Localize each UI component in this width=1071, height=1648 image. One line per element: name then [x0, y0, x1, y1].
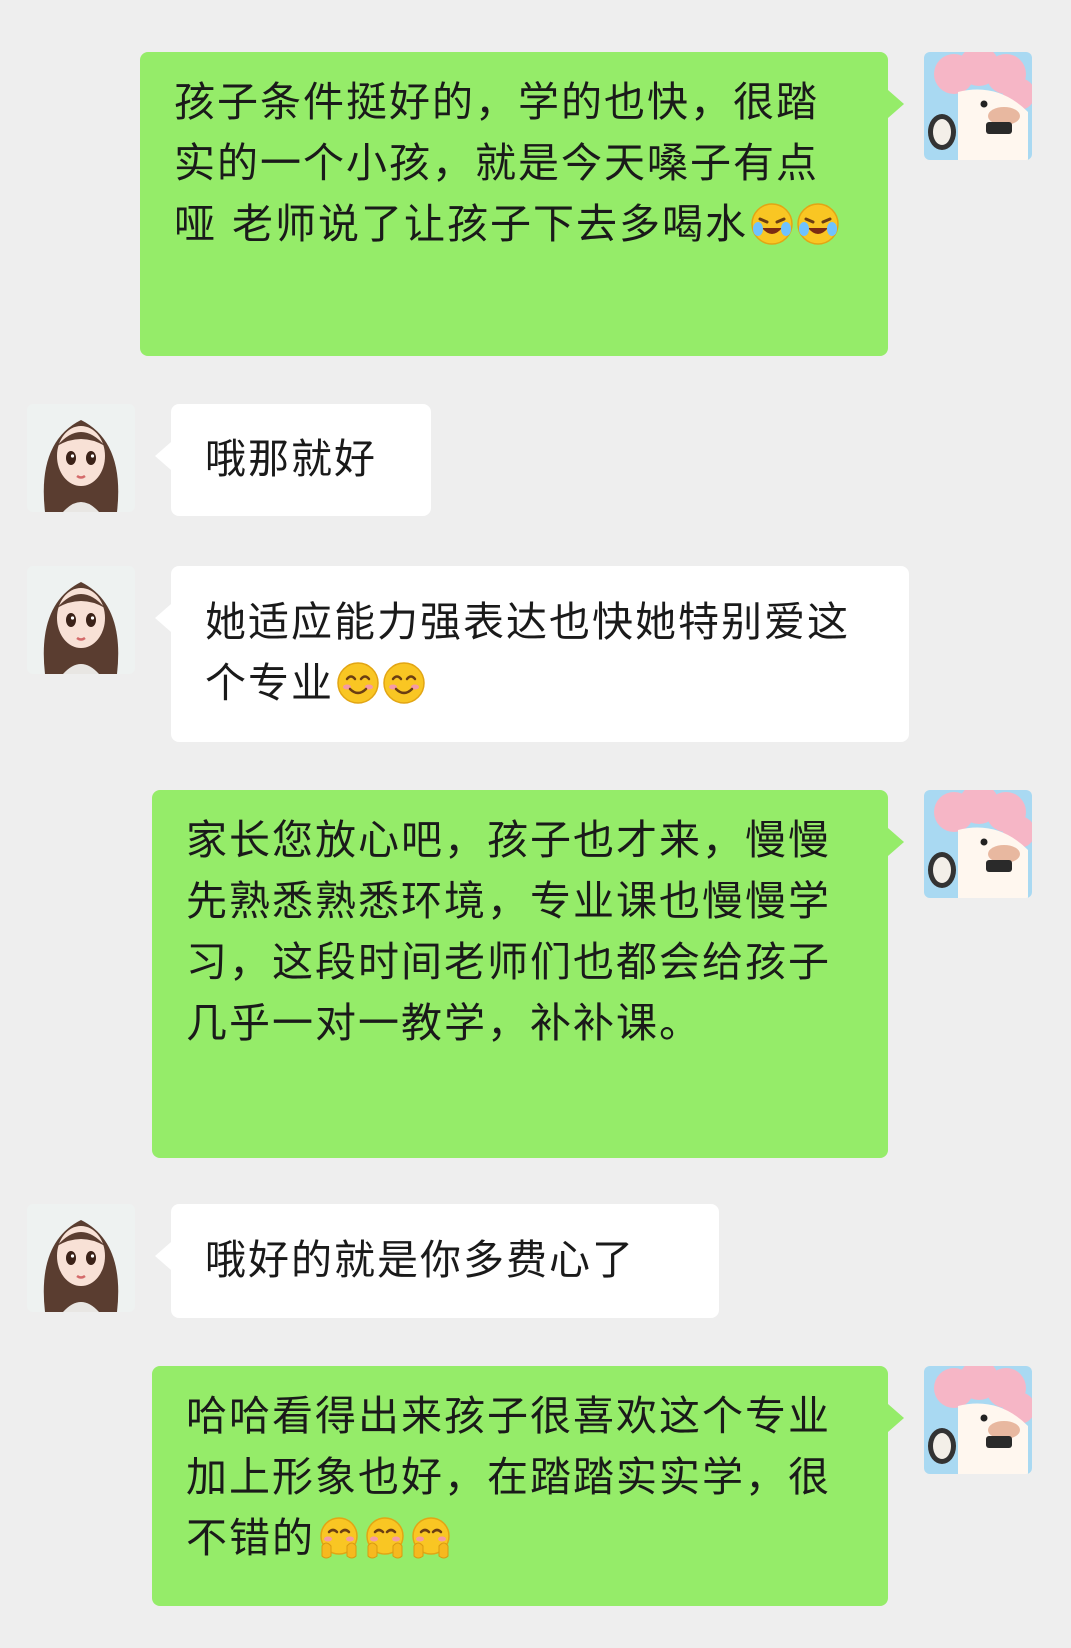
bubble-tail: [155, 1242, 171, 1270]
avatar-sender[interactable]: [924, 790, 1032, 898]
message-text: 家长您放心吧，孩子也才来，慢慢先熟悉熟悉环境，专业课也慢慢学习，这段时间老师们也…: [186, 816, 831, 1047]
shy-hug-emoji: [412, 1517, 450, 1559]
crying-laughing-emoji: [797, 203, 839, 245]
anime-girl-avatar: [27, 1204, 135, 1312]
avatar-receiver[interactable]: [27, 404, 135, 512]
message-text: 哦好的就是你多费心了: [205, 1236, 635, 1284]
bubble-tail: [888, 90, 904, 118]
smiling-emoji: [337, 662, 379, 704]
cartoon-sheep-avatar: [924, 1366, 1032, 1474]
smiling-emoji: [383, 662, 425, 704]
bubble-tail: [155, 442, 171, 470]
bubble-tail: [888, 828, 904, 856]
bubble-tail: [888, 1404, 904, 1432]
message-bubble-sent[interactable]: 家长您放心吧，孩子也才来，慢慢先熟悉熟悉环境，专业课也慢慢学习，这段时间老师们也…: [152, 790, 904, 1158]
message-text: 她适应能力强表达也快她特别爱这个专业: [205, 598, 850, 707]
avatar-receiver[interactable]: [27, 566, 135, 674]
chat-window: 孩子条件挺好的，学的也快，很踏实的一个小孩，就是今天嗓子有点哑 老师说了让孩子下…: [0, 0, 1071, 1648]
avatar-sender[interactable]: [924, 1366, 1032, 1474]
shy-hug-emoji: [320, 1517, 358, 1559]
crying-laughing-emoji: [751, 203, 793, 245]
message-bubble-received[interactable]: 哦好的就是你多费心了: [155, 1204, 719, 1318]
message-bubble-sent[interactable]: 哈哈看得出来孩子很喜欢这个专业 加上形象也好，在踏踏实实学，很不错的: [152, 1366, 904, 1606]
message-text: 哦那就好: [205, 435, 377, 483]
cartoon-sheep-avatar: [924, 52, 1032, 160]
anime-girl-avatar: [27, 566, 135, 674]
avatar-receiver[interactable]: [27, 1204, 135, 1312]
bubble-tail: [155, 604, 171, 632]
message-bubble-sent[interactable]: 孩子条件挺好的，学的也快，很踏实的一个小孩，就是今天嗓子有点哑 老师说了让孩子下…: [140, 52, 904, 356]
cartoon-sheep-avatar: [924, 790, 1032, 898]
message-bubble-received[interactable]: 她适应能力强表达也快她特别爱这个专业: [155, 566, 909, 742]
avatar-sender[interactable]: [924, 52, 1032, 160]
message-bubble-received[interactable]: 哦那就好: [155, 404, 431, 516]
message-text: 哈哈看得出来孩子很喜欢这个专业 加上形象也好，在踏踏实实学，很不错的: [186, 1392, 831, 1562]
message-text: 孩子条件挺好的，学的也快，很踏实的一个小孩，就是今天嗓子有点哑 老师说了让孩子下…: [174, 78, 819, 248]
shy-hug-emoji: [366, 1517, 404, 1559]
anime-girl-avatar: [27, 404, 135, 512]
